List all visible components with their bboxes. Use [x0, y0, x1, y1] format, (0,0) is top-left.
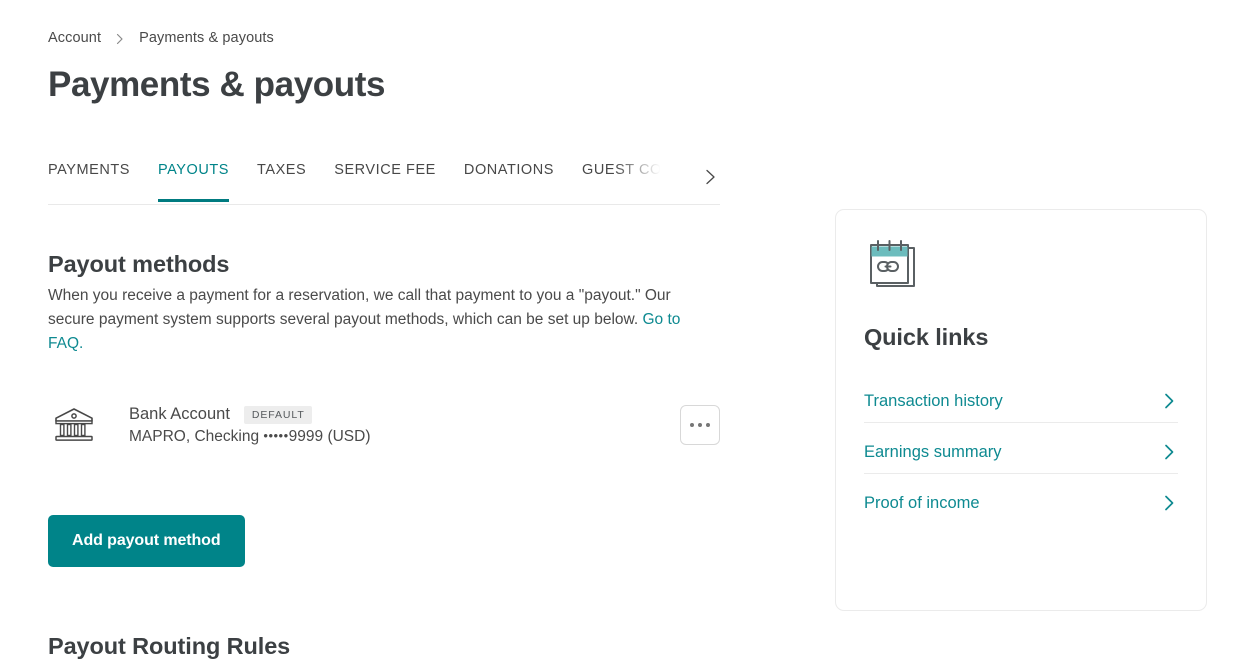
payout-method-account-prefix: MAPRO, Checking — [129, 427, 264, 445]
payout-methods-heading: Payout methods — [48, 251, 230, 277]
payout-method-ellipsis-icon[interactable] — [680, 405, 720, 445]
notepad-link-icon — [864, 236, 922, 292]
tab-bar: PAYMENTS PAYOUTS TAXES SERVICE FEE DONAT… — [48, 160, 720, 205]
chevron-right-icon — [1160, 494, 1178, 512]
payout-method-mask-dots: ••••• — [263, 427, 289, 443]
ellipsis-dot — [698, 423, 702, 427]
tab-payments[interactable]: PAYMENTS — [48, 160, 130, 202]
tab-bar-divider — [48, 204, 720, 205]
chevron-right-icon — [115, 33, 125, 45]
payout-method-name: Bank Account — [129, 404, 230, 423]
payments-payouts-page: Account Payments & payouts Payments & pa… — [0, 0, 1244, 659]
quick-link-transaction-history[interactable]: Transaction history — [864, 380, 1178, 422]
ellipsis-dot — [706, 423, 710, 427]
quick-link-label: Proof of income — [864, 493, 980, 512]
tab-next-chevron-right-icon[interactable] — [700, 167, 720, 187]
payout-methods-description: When you receive a payment for a reserva… — [48, 284, 708, 356]
quick-links-spacer — [864, 423, 1178, 431]
quick-links-title: Quick links — [864, 324, 989, 350]
breadcrumb: Account Payments & payouts — [48, 30, 274, 46]
quick-link-label: Transaction history — [864, 391, 1003, 410]
status-badge-default: DEFAULT — [243, 405, 312, 424]
payout-method-title-row: Bank Account DEFAULT — [129, 403, 680, 425]
quick-links-spacer — [864, 474, 1178, 482]
quick-link-label: Earnings summary — [864, 442, 1002, 461]
tab-taxes[interactable]: TAXES — [257, 160, 306, 202]
tab-scroll-area: PAYMENTS PAYOUTS TAXES SERVICE FEE DONAT… — [48, 160, 673, 205]
bank-icon — [48, 403, 100, 447]
chevron-right-icon — [1160, 392, 1178, 410]
tab-guest-contributions[interactable]: GUEST CONTRIBUTIONS — [582, 160, 673, 202]
tab-donations[interactable]: DONATIONS — [464, 160, 554, 202]
breadcrumb-current: Payments & payouts — [139, 30, 274, 46]
quick-link-earnings-summary[interactable]: Earnings summary — [864, 431, 1178, 473]
tab-payouts[interactable]: PAYOUTS — [158, 160, 230, 202]
breadcrumb-link-account[interactable]: Account — [48, 30, 101, 46]
add-payout-method-button[interactable]: Add payout method — [48, 515, 245, 567]
tab-service-fee[interactable]: SERVICE FEE — [334, 160, 436, 202]
payout-methods-description-text: When you receive a payment for a reserva… — [48, 287, 671, 328]
quick-link-proof-of-income[interactable]: Proof of income — [864, 482, 1178, 524]
quick-links-card: Quick links Transaction history Earnings… — [835, 209, 1207, 611]
ellipsis-dot — [690, 423, 694, 427]
payout-method-account: MAPRO, Checking •••••9999 (USD) — [129, 426, 680, 448]
payout-method-row: Bank Account DEFAULT MAPRO, Checking •••… — [48, 394, 720, 456]
chevron-right-icon — [1160, 443, 1178, 461]
payout-method-currency: (USD) — [323, 427, 371, 445]
page-title: Payments & payouts — [48, 65, 386, 104]
tab-list: PAYMENTS PAYOUTS TAXES SERVICE FEE DONAT… — [48, 160, 673, 205]
payout-method-last4: 9999 — [288, 427, 324, 445]
payout-method-details: Bank Account DEFAULT MAPRO, Checking •••… — [100, 403, 680, 448]
payout-routing-rules-heading: Payout Routing Rules — [48, 633, 291, 659]
